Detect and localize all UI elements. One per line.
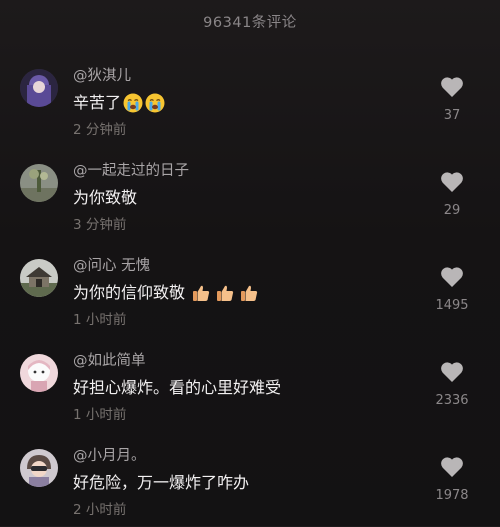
like-count: 1978 <box>435 488 469 503</box>
comment-time: 1 小时前 <box>73 312 127 328</box>
heart-icon[interactable] <box>440 266 464 288</box>
comment-username[interactable]: @一起走过的日子 <box>73 161 430 181</box>
comment-text-content: 为你的信仰致敬 <box>73 283 186 302</box>
like-button[interactable]: 1978 <box>422 456 482 504</box>
thumbs-up-icon <box>193 285 210 301</box>
like-count: 2336 <box>435 393 469 408</box>
comment-count-title: 96341条评论 <box>203 14 297 31</box>
comment-time: 1 小时前 <box>73 407 127 423</box>
comment-text-content: 为你致敬 <box>73 188 138 207</box>
like-count: 1495 <box>435 298 469 313</box>
comment-username[interactable]: @小月月。 <box>73 446 430 466</box>
avatar[interactable] <box>20 449 58 487</box>
comment-text-content: 好担心爆炸。看的心里好难受 <box>73 378 282 397</box>
like-button[interactable]: 1495 <box>422 266 482 314</box>
comment-time: 2 分钟前 <box>73 122 127 138</box>
comment-item[interactable]: @狄淇儿 辛苦了 2 分钟前 37 <box>0 52 500 147</box>
comment-item[interactable]: @问心 无愧 为你的信仰致敬 1 小时前 1495 <box>0 242 500 337</box>
thumbs-up-icon <box>217 285 234 301</box>
crying-face-icon <box>145 93 165 113</box>
comment-text: 辛苦了 <box>73 92 430 114</box>
heart-icon[interactable] <box>440 361 464 383</box>
comment-username[interactable]: @狄淇儿 <box>73 66 430 86</box>
comment-text: 为你的信仰致敬 <box>73 282 430 304</box>
like-button[interactable]: 2336 <box>422 361 482 409</box>
comment-time: 3 分钟前 <box>73 217 127 233</box>
comment-text-content: 辛苦了 <box>73 93 122 112</box>
comment-list[interactable]: @狄淇儿 辛苦了 2 分钟前 37 @一起走过的日子 为你致敬 3 分钟前 29… <box>0 52 500 527</box>
like-count: 29 <box>443 203 461 218</box>
heart-icon[interactable] <box>440 456 464 478</box>
comment-text: 为你致敬 <box>73 187 430 209</box>
avatar[interactable] <box>20 259 58 297</box>
crying-face-icon <box>123 93 143 113</box>
avatar[interactable] <box>20 354 58 392</box>
comment-item[interactable]: @一起走过的日子 为你致敬 3 分钟前 29 <box>0 147 500 242</box>
comment-username[interactable]: @如此简单 <box>73 351 430 371</box>
like-count: 37 <box>443 108 461 123</box>
like-button[interactable]: 37 <box>422 76 482 124</box>
comment-item[interactable]: @如此简单 好担心爆炸。看的心里好难受 1 小时前 2336 <box>0 337 500 432</box>
comment-item[interactable]: @小月月。 好危险，万一爆炸了咋办 2 小时前 1978 <box>0 432 500 527</box>
comment-text: 好担心爆炸。看的心里好难受 <box>73 377 430 399</box>
avatar[interactable] <box>20 69 58 107</box>
heart-icon[interactable] <box>440 76 464 98</box>
heart-icon[interactable] <box>440 171 464 193</box>
comment-text-content: 好危险，万一爆炸了咋办 <box>73 473 250 492</box>
comment-text: 好危险，万一爆炸了咋办 <box>73 472 430 494</box>
thumbs-up-icon <box>241 285 258 301</box>
comment-username[interactable]: @问心 无愧 <box>73 256 430 276</box>
comment-time: 2 小时前 <box>73 502 127 518</box>
avatar[interactable] <box>20 164 58 202</box>
like-button[interactable]: 29 <box>422 171 482 219</box>
comments-header: 96341条评论 <box>0 0 500 42</box>
